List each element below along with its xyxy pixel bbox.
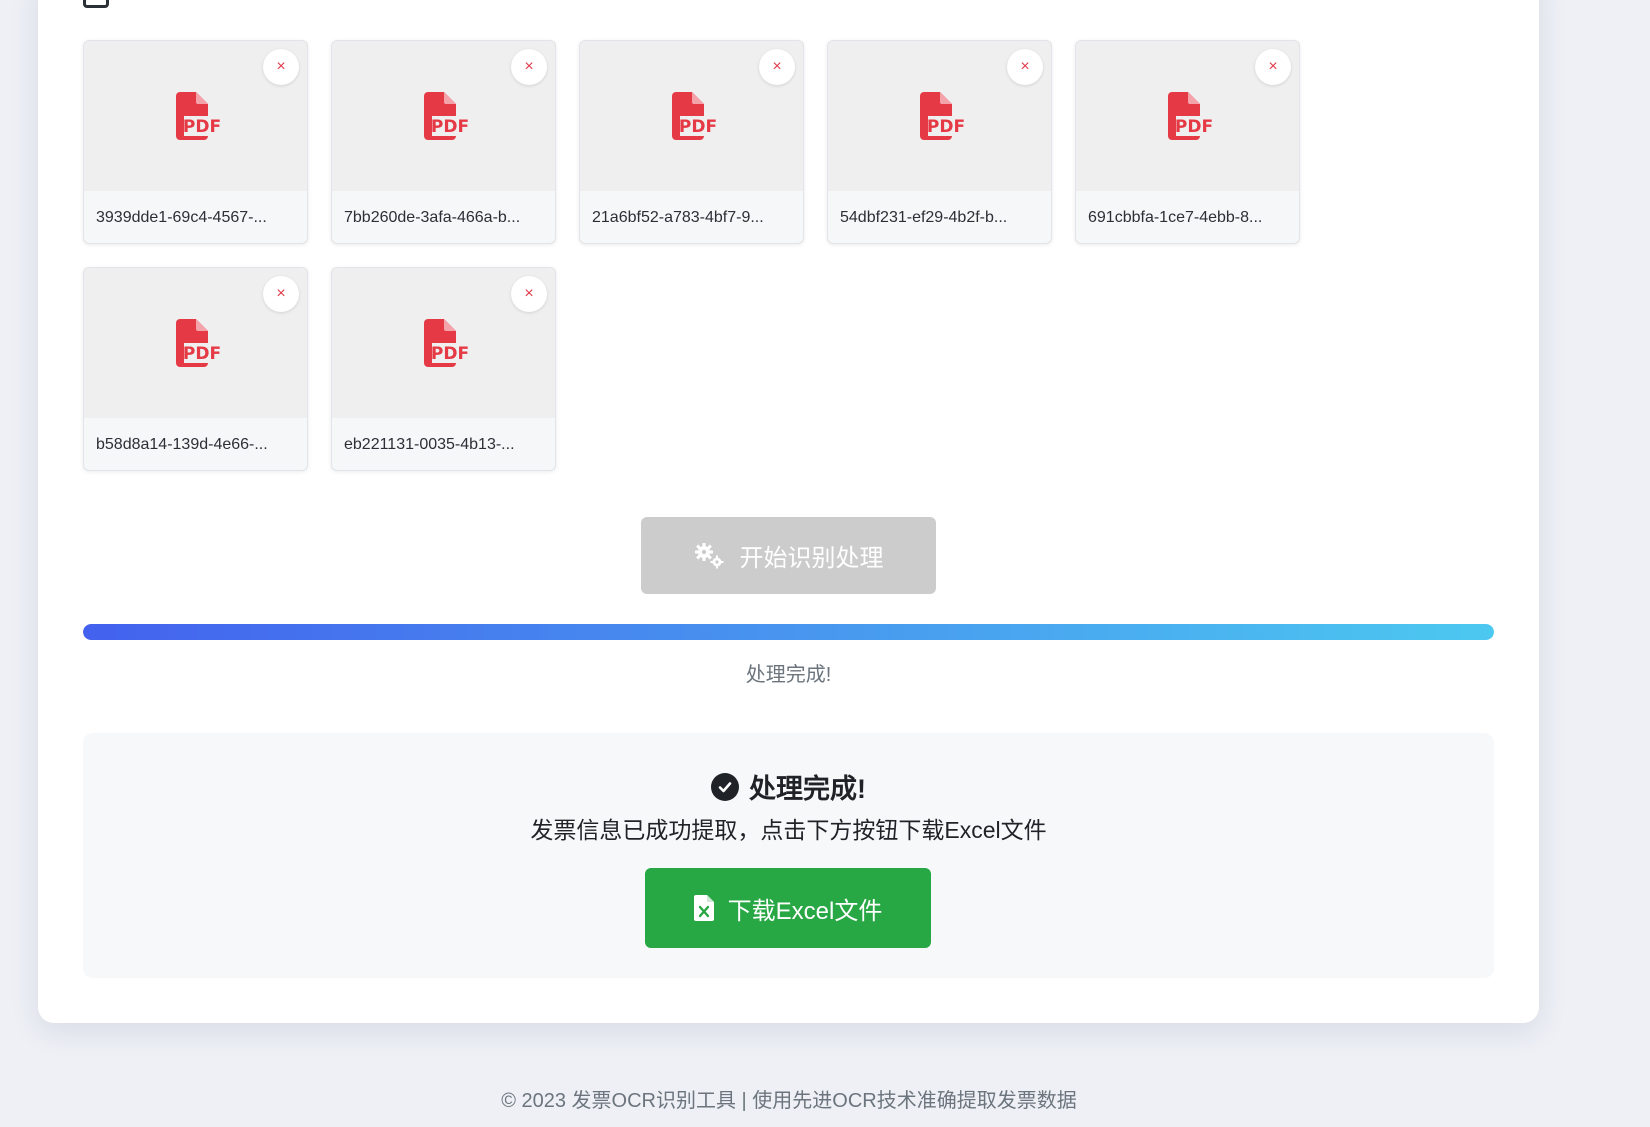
pdf-icon: PDF <box>919 92 964 140</box>
pdf-badge-text: PDF <box>1174 117 1211 137</box>
uploaded-files-heading <box>83 0 109 10</box>
file-card: PDF 54dbf231-ef29-4b2f-b... × <box>827 40 1052 244</box>
file-name: 54dbf231-ef29-4b2f-b... <box>840 209 1008 226</box>
pdf-icon: PDF <box>423 319 468 367</box>
remove-file-button[interactable]: × <box>1007 49 1043 85</box>
file-card: PDF b58d8a14-139d-4e66-... × <box>83 267 308 471</box>
close-icon: × <box>1020 58 1030 75</box>
close-icon: × <box>276 285 286 302</box>
file-name: 7bb260de-3afa-466a-b... <box>344 209 521 226</box>
file-card: PDF 21a6bf52-a783-4bf7-9... × <box>579 40 804 244</box>
pdf-icon: PDF <box>1167 92 1212 140</box>
close-icon: × <box>524 58 534 75</box>
pdf-badge-text: PDF <box>182 344 219 364</box>
progress-bar <box>83 624 1494 640</box>
result-heading: 处理完成! <box>83 767 1494 806</box>
pdf-badge-text: PDF <box>926 117 963 137</box>
progress-bar-fill <box>83 624 1494 640</box>
pdf-badge-text: PDF <box>182 117 219 137</box>
remove-file-button[interactable]: × <box>263 49 299 85</box>
pdf-badge-text: PDF <box>678 117 715 137</box>
file-name: b58d8a14-139d-4e66-... <box>96 436 268 453</box>
file-card: PDF 3939dde1-69c4-4567-... × <box>83 40 308 244</box>
pdf-badge-text: PDF <box>430 344 467 364</box>
progress-status-text: 处理完成! <box>745 664 832 686</box>
files-icon <box>83 0 109 8</box>
remove-file-button[interactable]: × <box>1255 49 1291 85</box>
result-title-text: 处理完成! <box>749 774 866 804</box>
start-processing-button[interactable]: 开始识别处理 <box>641 517 936 594</box>
check-circle-icon <box>711 772 739 801</box>
close-icon: × <box>276 58 286 75</box>
close-icon: × <box>1268 58 1278 75</box>
download-excel-button[interactable]: 下载Excel文件 <box>645 868 931 948</box>
footer-copyright: © 2023 发票OCR识别工具 | 使用先进OCR技术准确提取发票数据 <box>501 1090 1077 1112</box>
pdf-icon: PDF <box>671 92 716 140</box>
file-name: eb221131-0035-4b13-... <box>344 436 515 453</box>
pdf-badge-text: PDF <box>430 117 467 137</box>
file-name: 21a6bf52-a783-4bf7-9... <box>592 209 764 226</box>
excel-file-icon <box>693 895 714 921</box>
start-processing-label: 开始识别处理 <box>739 545 884 572</box>
file-card: PDF eb221131-0035-4b13-... × <box>331 267 556 471</box>
file-name: 3939dde1-69c4-4567-... <box>96 209 267 226</box>
remove-file-button[interactable]: × <box>511 276 547 312</box>
file-card: PDF 691cbbfa-1ce7-4ebb-8... × <box>1075 40 1300 244</box>
file-card: PDF 7bb260de-3afa-466a-b... × <box>331 40 556 244</box>
remove-file-button[interactable]: × <box>759 49 795 85</box>
pdf-icon: PDF <box>423 92 468 140</box>
remove-file-button[interactable]: × <box>263 276 299 312</box>
pdf-icon: PDF <box>175 319 220 367</box>
close-icon: × <box>772 58 782 75</box>
result-description: 发票信息已成功提取，点击下方按钮下载Excel文件 <box>530 817 1047 843</box>
pdf-icon: PDF <box>175 92 220 140</box>
uploaded-files-grid: PDF 3939dde1-69c4-4567-... × PDF 7bb260de-3a… <box>83 40 1300 471</box>
download-excel-label: 下载Excel文件 <box>727 897 883 925</box>
result-panel: 处理完成! 发票信息已成功提取，点击下方按钮下载Excel文件 下载Excel文… <box>83 733 1494 978</box>
close-icon: × <box>524 285 534 302</box>
remove-file-button[interactable]: × <box>511 49 547 85</box>
gears-icon <box>694 542 723 568</box>
file-name: 691cbbfa-1ce7-4ebb-8... <box>1088 209 1263 226</box>
